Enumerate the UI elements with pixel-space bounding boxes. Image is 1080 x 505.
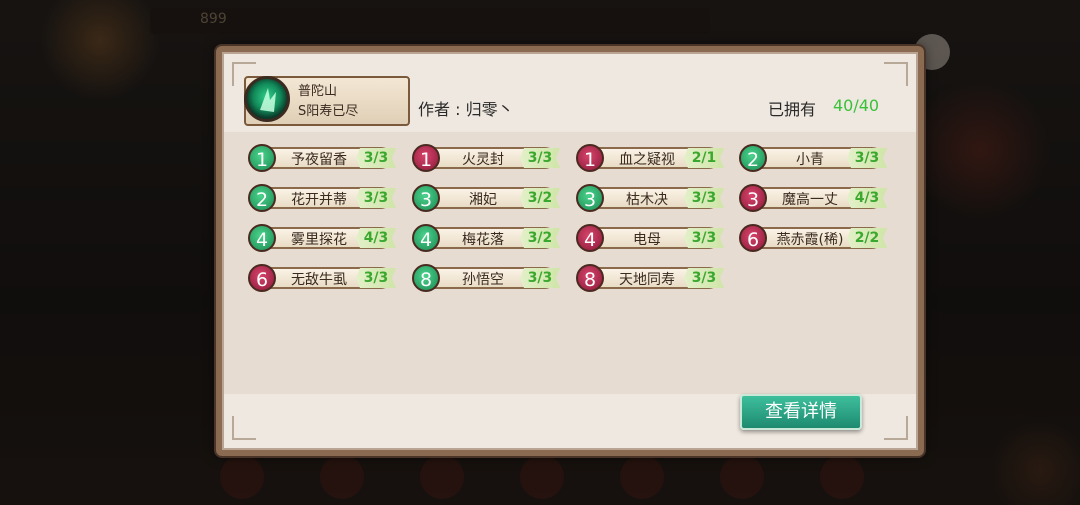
card-name: 魔高一丈	[782, 192, 838, 208]
card-level-badge: 3	[576, 184, 604, 212]
card-count: 3/2	[520, 228, 560, 248]
card-count: 3/3	[847, 148, 887, 168]
card-name: 湘妃	[469, 192, 497, 208]
card-item[interactable]: 4 电母 3/3	[574, 224, 724, 252]
card-level-badge: 4	[248, 224, 276, 252]
card-level-badge: 6	[739, 224, 767, 252]
card-count: 4/3	[847, 188, 887, 208]
card-count: 3/3	[684, 268, 724, 288]
card-name: 电母	[633, 232, 661, 248]
card-item[interactable]: 4 雾里探花 4/3	[246, 224, 396, 252]
view-details-button[interactable]: 查看详情	[740, 394, 862, 430]
card-name: 天地同寿	[619, 272, 675, 288]
card-count: 3/3	[520, 268, 560, 288]
author-text: 作者 : 归零丶	[418, 100, 514, 119]
lineup-panel: 普陀山 S阳寿已尽 作者 : 归零丶 已拥有 40/40 1 予夜留香 3/3 1 火灵…	[216, 46, 924, 456]
card-count: 3/3	[356, 188, 396, 208]
card-count: 3/3	[356, 268, 396, 288]
card-count: 2/2	[847, 228, 887, 248]
school-emblem-icon	[244, 76, 290, 122]
card-name: 无敌牛虱	[291, 272, 347, 288]
card-name: 孙悟空	[462, 272, 504, 288]
school-badge[interactable]: 普陀山 S阳寿已尽	[244, 76, 410, 126]
card-item[interactable]: 1 予夜留香 3/3	[246, 144, 396, 172]
card-level-badge: 1	[412, 144, 440, 172]
card-level-badge: 4	[576, 224, 604, 252]
card-name: 梅花落	[462, 232, 504, 248]
card-item[interactable]: 8 天地同寿 3/3	[574, 264, 724, 292]
card-count: 3/3	[520, 148, 560, 168]
school-name: 普陀山	[298, 84, 338, 99]
card-level-badge: 3	[739, 184, 767, 212]
school-subtitle: S阳寿已尽	[298, 104, 359, 119]
card-item[interactable]: 8 孙悟空 3/3	[410, 264, 560, 292]
owned-value: 40/40	[833, 96, 880, 115]
card-level-badge: 1	[576, 144, 604, 172]
card-item[interactable]: 1 血之疑视 2/1	[574, 144, 724, 172]
card-name: 火灵封	[462, 152, 504, 168]
card-count: 3/3	[684, 188, 724, 208]
card-level-badge: 1	[248, 144, 276, 172]
card-count: 3/2	[520, 188, 560, 208]
card-item[interactable]: 3 枯木决 3/3	[574, 184, 724, 212]
card-level-badge: 2	[739, 144, 767, 172]
card-count: 4/3	[356, 228, 396, 248]
card-level-badge: 6	[248, 264, 276, 292]
card-level-badge: 2	[248, 184, 276, 212]
card-item[interactable]: 2 花开并蒂 3/3	[246, 184, 396, 212]
card-level-badge: 8	[576, 264, 604, 292]
card-count: 3/3	[356, 148, 396, 168]
corner-ornament	[884, 62, 908, 86]
card-name: 小青	[796, 152, 824, 168]
card-name: 花开并蒂	[291, 192, 347, 208]
card-name: 予夜留香	[291, 152, 347, 168]
card-level-badge: 3	[412, 184, 440, 212]
owned-label: 已拥有	[768, 100, 817, 119]
corner-ornament	[884, 416, 908, 440]
corner-ornament	[232, 416, 256, 440]
card-count: 3/3	[684, 228, 724, 248]
card-level-badge: 4	[412, 224, 440, 252]
card-item[interactable]: 4 梅花落 3/2	[410, 224, 560, 252]
card-item[interactable]: 3 魔高一丈 4/3	[737, 184, 887, 212]
card-item[interactable]: 1 火灵封 3/3	[410, 144, 560, 172]
card-name: 雾里探花	[291, 232, 347, 248]
card-item[interactable]: 6 燕赤霞(稀) 2/2	[737, 224, 887, 252]
card-name: 枯木决	[626, 192, 668, 208]
card-item[interactable]: 3 湘妃 3/2	[410, 184, 560, 212]
card-count: 2/1	[684, 148, 724, 168]
card-name: 血之疑视	[619, 152, 675, 168]
card-name: 燕赤霞(稀)	[776, 232, 844, 248]
card-level-badge: 8	[412, 264, 440, 292]
card-item[interactable]: 6 无敌牛虱 3/3	[246, 264, 396, 292]
card-item[interactable]: 2 小青 3/3	[737, 144, 887, 172]
